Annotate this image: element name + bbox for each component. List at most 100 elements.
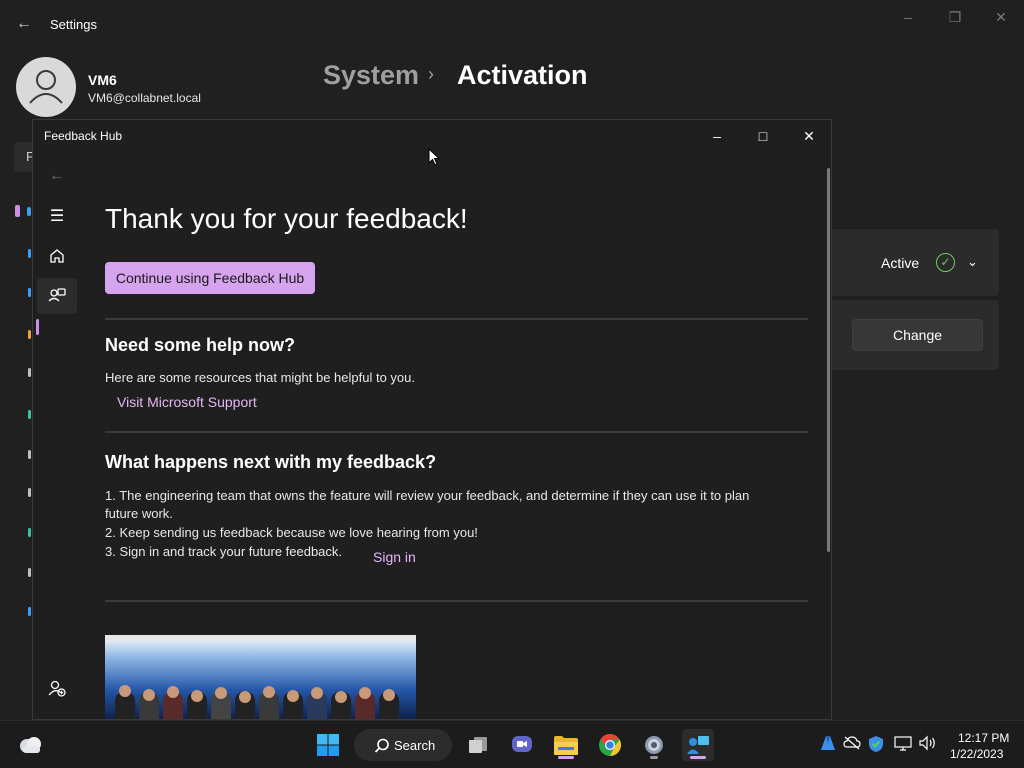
sidebar-time-icon[interactable] xyxy=(28,450,31,459)
scrollbar[interactable] xyxy=(827,168,830,552)
user-avatar-icon xyxy=(29,70,63,104)
back-arrow-icon[interactable]: ← xyxy=(37,158,77,194)
close-icon[interactable]: ✕ xyxy=(986,8,1016,26)
close-icon[interactable]: ✕ xyxy=(794,126,824,146)
sidebar-personalization-icon[interactable] xyxy=(28,330,31,339)
next-item-3: 3. Sign in and track your future feedbac… xyxy=(105,544,343,559)
sidebar-update-icon[interactable] xyxy=(28,607,31,616)
sign-in-link[interactable]: Sign in xyxy=(373,549,416,565)
shield-icon xyxy=(869,736,883,752)
photo-head xyxy=(143,689,155,701)
avatar[interactable] xyxy=(16,57,76,117)
home-glyph-icon xyxy=(50,249,64,263)
file-explorer-icon[interactable] xyxy=(550,729,582,761)
search-icon xyxy=(374,738,389,753)
next-item-2: 2. Keep sending us feedback because we l… xyxy=(105,525,478,540)
account-glyph-icon xyxy=(48,680,66,697)
next-heading: What happens next with my feedback? xyxy=(105,452,437,472)
sidebar-selected-indicator xyxy=(15,205,20,217)
help-text: Here are some resources that might be he… xyxy=(105,370,415,385)
thank-you-heading: Thank you for your feedback! xyxy=(105,203,468,234)
mouse-cursor-icon xyxy=(428,148,440,166)
azure-glyph-icon xyxy=(821,736,835,750)
divider xyxy=(105,431,808,433)
minimize-icon[interactable]: – xyxy=(702,126,732,146)
chevron-down-icon[interactable]: ⌄ xyxy=(967,254,978,270)
nav-selected-indicator xyxy=(36,319,39,335)
sidebar-system-icon[interactable] xyxy=(27,207,31,216)
breadcrumb-separator: › xyxy=(428,64,434,84)
maximize-icon[interactable]: □ xyxy=(748,126,778,146)
change-button[interactable]: Change xyxy=(852,319,983,351)
taskbar: Search 12:17 PM 1/22/2023 xyxy=(0,720,1024,768)
account-add-icon[interactable] xyxy=(37,670,77,706)
onedrive-off-icon[interactable] xyxy=(843,735,861,754)
sidebar-bluetooth-icon[interactable] xyxy=(28,249,31,258)
task-view-glyph-icon xyxy=(469,737,487,753)
gear-icon xyxy=(645,736,663,754)
azure-icon[interactable] xyxy=(820,735,836,754)
divider xyxy=(105,318,808,320)
photo-head xyxy=(119,685,131,697)
volume-icon[interactable] xyxy=(919,735,937,754)
photo-head xyxy=(215,687,227,699)
visit-support-link[interactable]: Visit Microsoft Support xyxy=(117,394,257,410)
teams-chat-icon[interactable] xyxy=(506,729,538,761)
continue-button[interactable]: Continue using Feedback Hub xyxy=(105,262,315,294)
feedback-glyph-icon xyxy=(48,288,66,302)
sidebar-network-icon[interactable] xyxy=(28,288,31,297)
feedback-hub-taskbar-icon[interactable] xyxy=(682,729,714,761)
feedback-nav-icon[interactable] xyxy=(37,278,77,314)
hamburger-menu-icon[interactable]: ☰ xyxy=(37,198,77,234)
task-view-icon[interactable] xyxy=(462,729,494,761)
next-item-1: 1. The engineering team that owns the fe… xyxy=(105,488,750,503)
photo-head xyxy=(287,690,299,702)
next-item-1-cont: future work. xyxy=(105,506,173,521)
running-indicator xyxy=(690,756,706,759)
photo-head xyxy=(191,690,203,702)
user-email: VM6@collabnet.local xyxy=(88,91,201,105)
sidebar-privacy-icon[interactable] xyxy=(28,568,31,577)
folder-icon xyxy=(554,736,578,755)
speaker-icon xyxy=(919,735,935,751)
photo-head xyxy=(263,686,275,698)
breadcrumb-system[interactable]: System xyxy=(323,60,419,91)
check-circle-icon: ✓ xyxy=(936,253,955,272)
settings-app-title: Settings xyxy=(50,17,97,32)
sidebar-gaming-icon[interactable] xyxy=(28,488,31,497)
photo-head xyxy=(311,687,323,699)
sidebar-accessibility-icon[interactable] xyxy=(28,528,31,537)
back-arrow-icon[interactable]: ← xyxy=(14,14,34,34)
divider xyxy=(105,600,808,602)
feedback-hub-glyph-icon xyxy=(687,736,709,754)
windows-logo-icon xyxy=(317,734,339,756)
home-icon[interactable] xyxy=(37,238,77,274)
chrome-glyph-icon xyxy=(599,734,621,756)
sidebar-accounts-icon[interactable] xyxy=(28,410,31,419)
minimize-icon[interactable]: – xyxy=(893,8,923,26)
photo-head xyxy=(383,689,395,701)
page-title: Activation xyxy=(457,60,588,90)
cloud-off-icon xyxy=(843,736,861,750)
photo-head xyxy=(167,686,179,698)
network-icon[interactable] xyxy=(894,735,912,754)
sidebar-apps-icon[interactable] xyxy=(28,368,31,377)
clock-time[interactable]: 12:17 PM xyxy=(958,731,1009,745)
activation-state-label: Active xyxy=(881,255,920,271)
team-photo xyxy=(105,635,416,719)
help-heading: Need some help now? xyxy=(105,335,296,355)
photo-head xyxy=(359,687,371,699)
cloud-icon xyxy=(20,737,41,753)
weather-widget-icon[interactable] xyxy=(14,729,46,761)
security-icon[interactable] xyxy=(868,735,884,756)
clock-date[interactable]: 1/22/2023 xyxy=(950,747,1003,761)
taskbar-search[interactable]: Search xyxy=(354,729,452,761)
restore-icon[interactable]: ❐ xyxy=(940,8,970,26)
chat-glyph-icon xyxy=(512,736,532,752)
feedback-hub-window: Feedback Hub – □ ✕ ← ☰ Thank you for you… xyxy=(32,119,832,720)
settings-taskbar-icon[interactable] xyxy=(638,729,670,761)
feedback-hub-content: Thank you for your feedback! Continue us… xyxy=(105,152,810,719)
feedback-hub-nav: ← ☰ xyxy=(33,152,81,719)
chrome-icon[interactable] xyxy=(594,729,626,761)
start-button[interactable] xyxy=(312,729,344,761)
